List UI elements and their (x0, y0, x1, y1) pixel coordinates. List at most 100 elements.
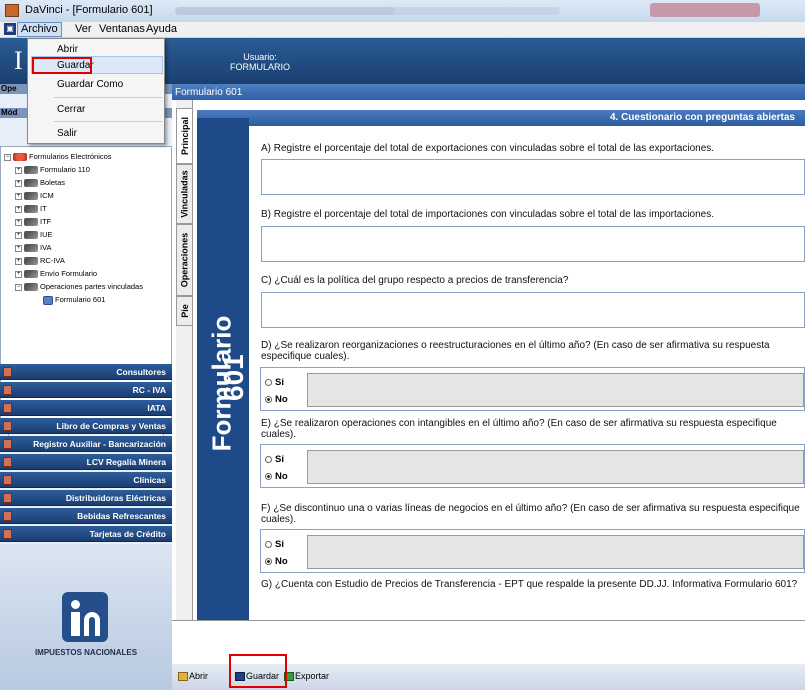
module-icon (3, 475, 12, 485)
tree-node[interactable]: + Boletas (15, 178, 65, 188)
answer-d-group: Si No (260, 367, 805, 411)
highlight-annotation (229, 654, 287, 688)
question-d: D) ¿Se realizaron reorganizaciones o ree… (261, 340, 770, 362)
vertical-tabs: Principal Vinculadas Operaciones Pie (176, 100, 193, 620)
nav-clinicas[interactable]: Clínicas (0, 472, 172, 488)
nav-tarjetas[interactable]: Tarjetas de Crédito (0, 526, 172, 542)
radio-si[interactable]: Si (265, 377, 284, 388)
menu-archivo[interactable]: Archivo (17, 22, 62, 37)
nav-rc-iva[interactable]: RC - IVA (0, 382, 172, 398)
folder-icon (24, 283, 38, 292)
nav-consultores[interactable]: Consultores (0, 364, 172, 380)
question-f: F) ¿Se discontinuo una o varias líneas d… (261, 503, 800, 525)
bottom-toolbar: Abrir Guardar Exportar (172, 654, 805, 690)
tree-node[interactable]: + IUE (15, 230, 53, 240)
collapse-icon[interactable]: − (4, 153, 11, 161)
nav-lcv-regalia[interactable]: LCV Regalía Minera (0, 454, 172, 470)
menu-item-salir[interactable]: Salir (57, 128, 77, 139)
folder-icon (24, 218, 38, 227)
expand-icon[interactable]: + (15, 244, 22, 252)
answer-c-field[interactable] (261, 292, 805, 328)
folder-icon (24, 231, 38, 240)
folder-icon (24, 257, 38, 266)
title-bar: DaVinci - [Formulario 601] (0, 0, 805, 22)
answer-f-group: Si No (260, 529, 805, 573)
answer-a-field[interactable] (261, 159, 805, 195)
tree-node[interactable]: + ITF (15, 217, 51, 227)
radio-si[interactable]: Si (265, 539, 284, 550)
logo-text: IMPUESTOS NACIONALES (34, 648, 138, 657)
radio-checked-icon (265, 472, 272, 480)
folder-icon (24, 192, 38, 201)
nav-iata[interactable]: IATA (0, 400, 172, 416)
module-icon (3, 385, 12, 395)
form-side-banner: 601 ORIGINAL Formulario (197, 118, 273, 620)
module-icon (3, 529, 12, 539)
menu-ayuda[interactable]: Ayuda (143, 23, 180, 35)
module-icon (3, 421, 12, 431)
expand-icon[interactable]: + (15, 270, 22, 278)
answer-f-detail-field[interactable] (307, 535, 804, 569)
impuestos-logo-icon (62, 592, 108, 642)
collapse-icon[interactable]: − (15, 283, 22, 291)
tree-node-formulario-601[interactable]: Formulario 601 (43, 295, 105, 305)
radio-circle-icon (265, 540, 272, 548)
answer-d-detail-field[interactable] (307, 373, 804, 407)
abrir-button[interactable]: Abrir (178, 671, 208, 682)
tab-vinculadas[interactable]: Vinculadas (176, 164, 193, 224)
tree-node[interactable]: − Operaciones partes vinculadas (15, 282, 143, 292)
module-icon (3, 439, 12, 449)
expand-icon[interactable]: + (15, 257, 22, 265)
exportar-button[interactable]: Exportar (284, 671, 329, 682)
tree-node[interactable]: + IT (15, 204, 47, 214)
module-icon (3, 493, 12, 503)
menu-bar: ▣ Archivo Ver Ventanas Ayuda (0, 22, 805, 38)
tab-principal[interactable]: Principal (176, 108, 193, 164)
menu-item-guardar-como[interactable]: Guardar Como (57, 79, 123, 90)
menu-item-cerrar[interactable]: Cerrar (57, 104, 85, 115)
expand-icon[interactable]: + (15, 231, 22, 239)
radio-no[interactable]: No (265, 556, 288, 567)
blurred-tab (650, 3, 760, 17)
module-icon (3, 457, 12, 467)
menu-separator (54, 121, 162, 122)
form-area: Principal Vinculadas Operaciones Pie 4. … (172, 100, 805, 620)
expand-icon[interactable]: + (15, 218, 22, 226)
menu-ventanas[interactable]: Ventanas (96, 23, 148, 35)
radio-si[interactable]: Si (265, 454, 284, 465)
radio-circle-icon (265, 455, 272, 463)
section-header: 4. Cuestionario con preguntas abiertas (197, 110, 805, 126)
nav-distribuidoras[interactable]: Distribuidoras Eléctricas (0, 490, 172, 506)
radio-checked-icon (265, 557, 272, 565)
folder-icon (24, 244, 38, 253)
tab-operaciones[interactable]: Operaciones (176, 224, 193, 296)
radio-no[interactable]: No (265, 394, 288, 405)
expand-icon[interactable]: + (15, 205, 22, 213)
tree-node[interactable]: + IVA (15, 243, 52, 253)
answer-e-group: Si No (260, 444, 805, 488)
nav-libro-compras-ventas[interactable]: Libro de Compras y Ventas (0, 418, 172, 434)
tree-node[interactable]: + ICM (15, 191, 54, 201)
tree-node[interactable]: + Envío Formulario (15, 269, 97, 279)
mdi-child-icon[interactable]: ▣ (4, 23, 16, 35)
expand-icon[interactable]: + (15, 166, 22, 174)
nav-bebidas[interactable]: Bebidas Refrescantes (0, 508, 172, 524)
left-panel: Ope Mód − Formularios Electrónicos + Formu… (0, 84, 172, 690)
tree-node[interactable]: + Formulario 110 (15, 165, 90, 175)
tab-pie[interactable]: Pie (176, 296, 193, 326)
nav-registro-auxiliar[interactable]: Registro Auxiliar - Bancarización (0, 436, 172, 452)
tree-node-root[interactable]: − Formularios Electrónicos (4, 152, 112, 162)
radio-no[interactable]: No (265, 471, 288, 482)
expand-icon[interactable]: + (15, 192, 22, 200)
tree-node[interactable]: + RC-IVA (15, 256, 65, 266)
answer-b-field[interactable] (261, 226, 805, 262)
question-g: G) ¿Cuenta con Estudio de Precios de Tra… (261, 579, 798, 590)
header-logo: I (14, 46, 23, 75)
module-icon (3, 511, 12, 521)
folder-icon (24, 205, 38, 214)
menu-item-abrir[interactable]: Abrir (57, 44, 78, 55)
menu-ver[interactable]: Ver (72, 23, 95, 35)
answer-e-detail-field[interactable] (307, 450, 804, 484)
folder-icon (24, 179, 38, 188)
expand-icon[interactable]: + (15, 179, 22, 187)
